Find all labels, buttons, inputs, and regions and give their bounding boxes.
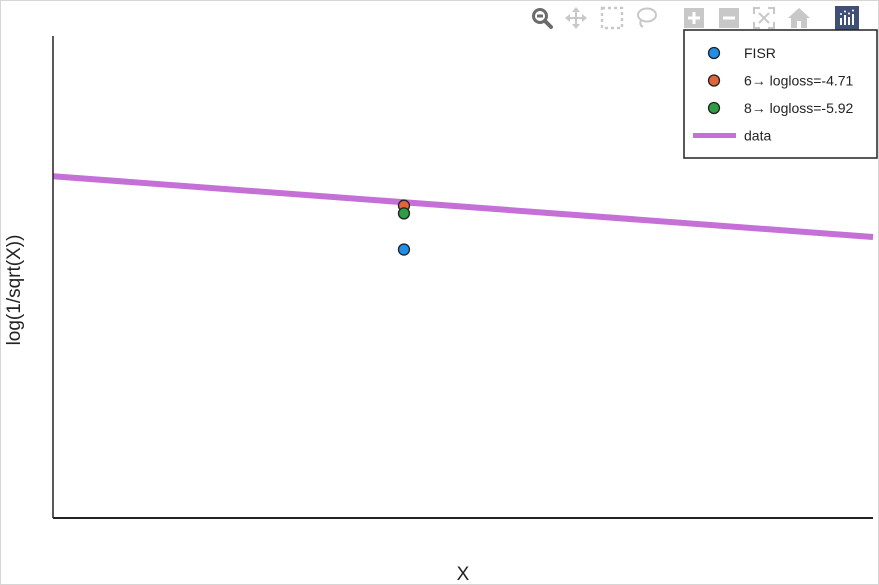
data-point-series-3[interactable]	[397, 207, 411, 220]
legend-label-2[interactable]: 6→ logloss=-4.71	[744, 73, 854, 89]
legend-label-4[interactable]: data	[744, 128, 771, 144]
x-axis-title: X	[457, 564, 470, 585]
series-line-data	[52, 173, 874, 240]
legend-swatch-3	[707, 101, 721, 115]
data-point-series-1[interactable]	[397, 243, 411, 256]
legend: FISR 6→ logloss=-4.71 8→ logloss=-5.92 data	[683, 29, 878, 159]
legend-swatch-2	[707, 74, 721, 87]
legend-label-3[interactable]: 8→ logloss=-5.92	[744, 100, 854, 116]
y-axis-title: log(1/sqrt(X))	[4, 235, 25, 346]
legend-label-1[interactable]: FISR	[744, 45, 776, 61]
legend-swatch-1	[707, 46, 721, 60]
chart: X log(1/sqrt(X)) FISR 6→ logloss=-4.71 8→ …	[4, 29, 878, 585]
